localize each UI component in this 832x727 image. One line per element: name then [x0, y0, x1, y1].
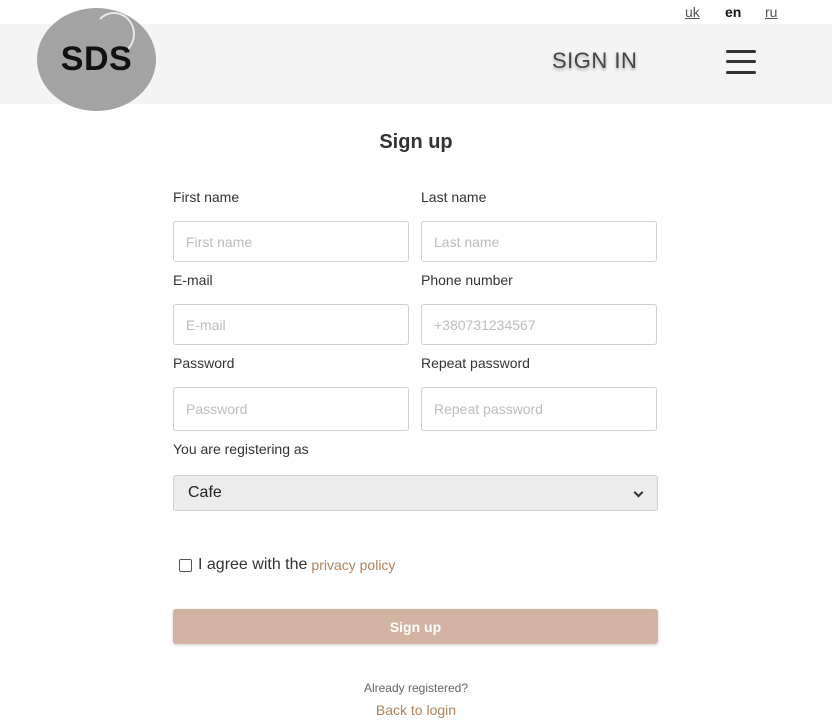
sign-up-button[interactable]: Sign up [173, 609, 658, 644]
password-input[interactable] [173, 387, 409, 431]
last-name-label: Last name [421, 189, 487, 205]
agree-row: I agree with the privacy policy [179, 556, 395, 574]
logo-text: SDS [60, 40, 133, 78]
signup-page: uk en ru SIGN IN SDS Sign up First name … [0, 0, 832, 727]
lang-ru-link[interactable]: ru [765, 4, 777, 20]
first-name-input[interactable] [173, 221, 409, 262]
repeat-password-label: Repeat password [421, 355, 530, 371]
lang-uk-link[interactable]: uk [685, 4, 700, 20]
back-to-login-link[interactable]: Back to login [376, 702, 456, 718]
role-select-value: Cafe [188, 484, 222, 501]
first-name-label: First name [173, 189, 240, 205]
agree-text: I agree with the [198, 556, 308, 573]
role-label: You are registering as [173, 441, 309, 457]
phone-label: Phone number [421, 272, 513, 288]
agree-checkbox[interactable] [179, 558, 192, 572]
already-registered-text: Already registered? [363, 681, 469, 695]
lang-en-link[interactable]: en [725, 4, 741, 20]
logo[interactable]: SDS [37, 8, 156, 111]
password-label: Password [173, 355, 235, 371]
last-name-input[interactable] [421, 221, 657, 262]
chevron-down-icon [634, 489, 643, 498]
email-label: E-mail [173, 272, 213, 288]
back-to-login-row: Back to login [0, 702, 832, 718]
phone-input[interactable] [421, 304, 657, 345]
repeat-password-input[interactable] [421, 387, 657, 431]
hamburger-menu-icon[interactable] [726, 50, 756, 74]
role-select[interactable]: Cafe [173, 475, 658, 511]
page-title: Sign up [379, 131, 453, 153]
email-input[interactable] [173, 304, 409, 345]
sign-in-link[interactable]: SIGN IN [552, 48, 637, 74]
privacy-policy-link[interactable]: privacy policy [311, 557, 395, 573]
